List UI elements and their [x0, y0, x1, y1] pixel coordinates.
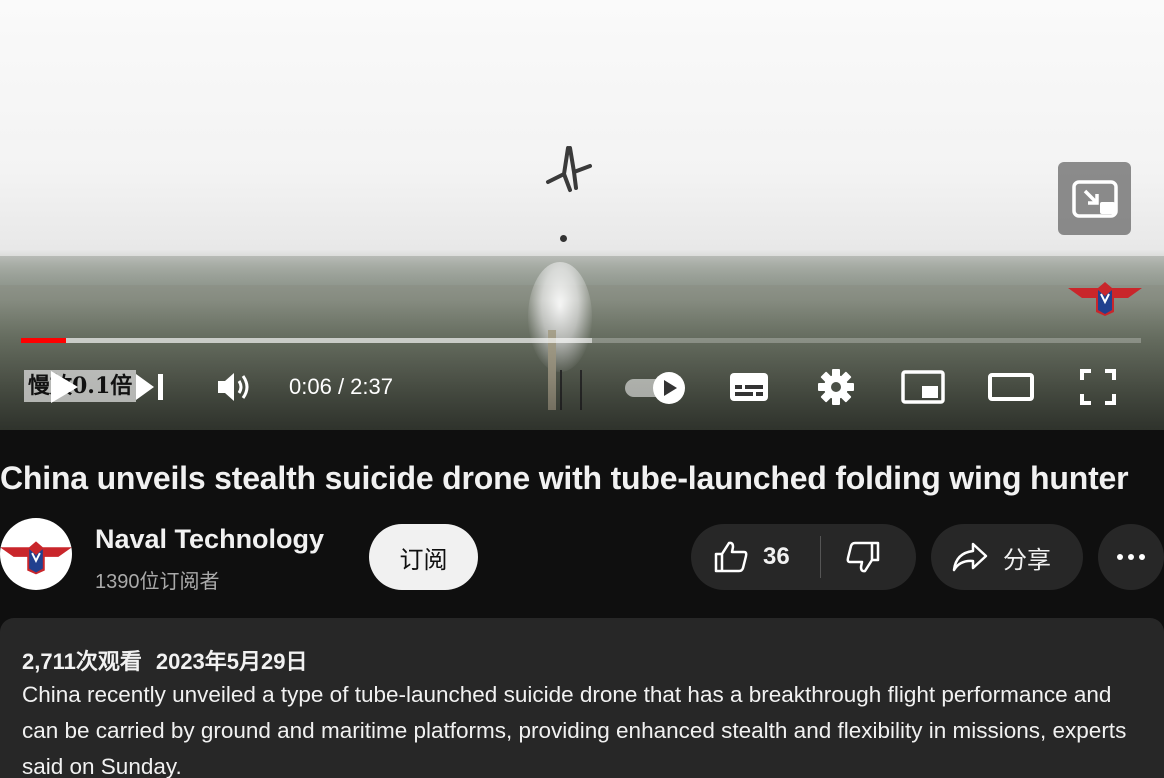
theater-mode-icon — [988, 373, 1034, 401]
progress-played — [21, 338, 66, 343]
subscriber-count: 1390位订阅者 — [95, 571, 220, 593]
like-count: 36 — [763, 543, 790, 570]
settings-icon — [818, 369, 854, 405]
play-icon — [51, 371, 78, 403]
subtitles-button[interactable] — [726, 366, 772, 408]
theater-mode-button[interactable] — [986, 366, 1036, 408]
more-actions-button[interactable] — [1098, 524, 1164, 590]
next-icon — [136, 374, 163, 400]
progress-buffered — [21, 338, 593, 343]
video-title: China unveils stealth suicide drone with… — [0, 460, 1129, 496]
like-button[interactable]: 36 — [691, 524, 820, 590]
time-display: 0:06 / 2:37 — [289, 374, 393, 400]
fullscreen-icon — [1080, 369, 1116, 405]
upload-date: 2023年5月29日 — [155, 649, 308, 674]
description-meta: 2,711次观看 2023年5月29日 — [22, 644, 308, 676]
mute-button[interactable] — [212, 366, 256, 408]
view-count: 2,711次观看 — [22, 649, 142, 674]
channel-avatar[interactable] — [0, 518, 72, 590]
play-button[interactable] — [40, 366, 88, 408]
dislike-button[interactable] — [821, 524, 916, 590]
thumbs-down-icon — [846, 541, 880, 573]
channel-logo-icon — [0, 541, 72, 575]
share-button[interactable]: 分享 — [931, 524, 1083, 590]
progress-bar[interactable] — [21, 338, 1141, 343]
share-label: 分享 — [1003, 546, 1051, 574]
expand-miniplayer-button[interactable] — [1058, 162, 1131, 235]
miniplayer-icon — [901, 370, 945, 404]
fullscreen-button[interactable] — [1076, 366, 1120, 408]
controls-gradient — [0, 300, 1164, 430]
time-separator: / — [331, 374, 351, 399]
description-text: China recently unveiled a type of tube-l… — [22, 682, 1127, 778]
miniplayer-button[interactable] — [900, 366, 946, 408]
share-icon — [952, 542, 988, 572]
channel-name[interactable]: Naval Technology — [95, 524, 324, 555]
next-button[interactable] — [128, 366, 170, 408]
like-dislike-group: 36 — [691, 524, 916, 590]
channel-watermark-logo — [1068, 282, 1142, 316]
subtitles-icon — [730, 373, 768, 401]
more-horizontal-icon — [1117, 554, 1145, 560]
duration: 2:37 — [350, 374, 393, 399]
autoplay-toggle[interactable] — [622, 368, 688, 408]
volume-icon — [218, 373, 249, 401]
current-time: 0:06 — [289, 374, 332, 399]
video-player[interactable]: 慢放0.1倍 0:06 / 2:37 — [0, 0, 1164, 430]
video-frame-drone — [546, 146, 592, 192]
video-frame-projectile — [560, 235, 567, 242]
thumbs-up-icon — [714, 541, 748, 573]
settings-button[interactable] — [814, 366, 858, 408]
miniplayer-icon — [1071, 179, 1118, 218]
autoplay-toggle-icon — [625, 372, 685, 404]
subscribe-button[interactable]: 订阅 — [369, 524, 478, 590]
